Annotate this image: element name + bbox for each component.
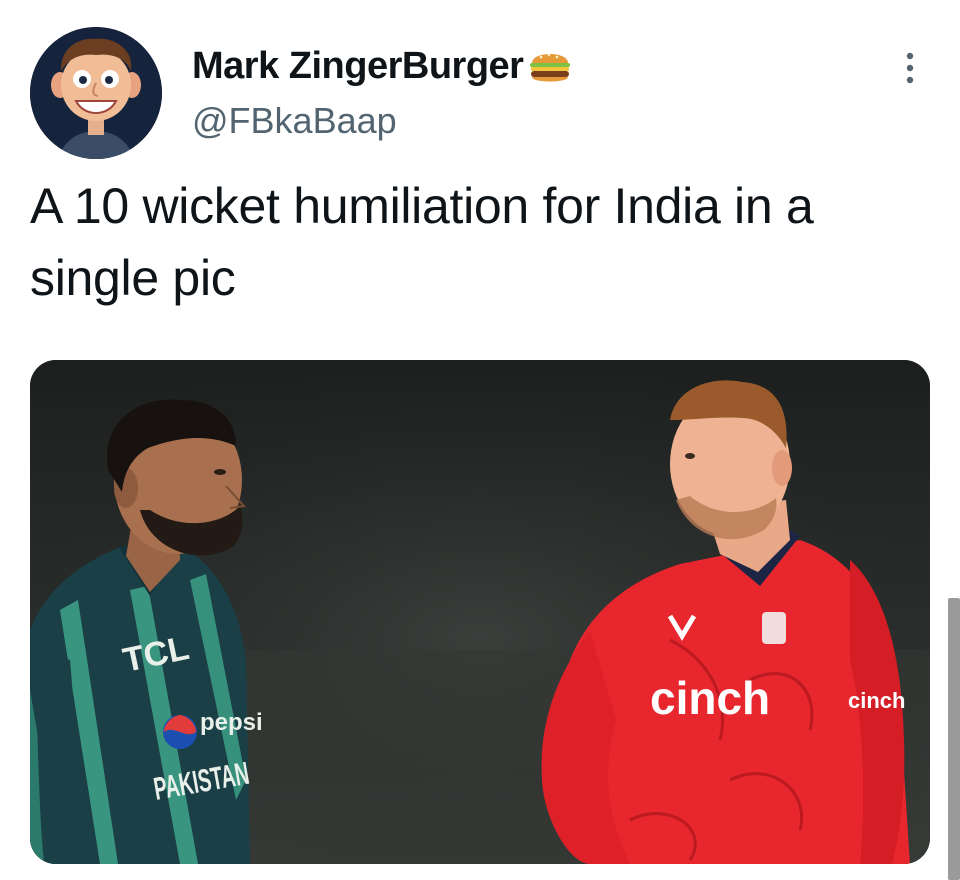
hamburger-icon [527,45,573,87]
right-sleeve-sponsor: cinch [848,688,905,713]
author-avatar[interactable] [30,27,162,159]
tweet-text: A 10 wicket humiliation for India in a s… [30,178,814,306]
page-scrollbar[interactable] [948,598,960,880]
author-display-name[interactable]: Mark ZingerBurger [192,45,524,88]
more-options-icon[interactable] [896,46,924,90]
left-sponsor-mid: pepsi [200,709,263,736]
caricature-avatar-icon [30,27,162,159]
right-sponsor: cinch [650,672,770,724]
tweet: Mark ZingerBurger @FBkaBaap A 10 wicket … [0,0,960,880]
author-handle[interactable]: @FBkaBaap [192,100,397,142]
tweet-photo[interactable]: TCL pepsi PAKISTAN cinch cinch [30,360,930,864]
author-name-row[interactable]: Mark ZingerBurger [192,42,573,90]
